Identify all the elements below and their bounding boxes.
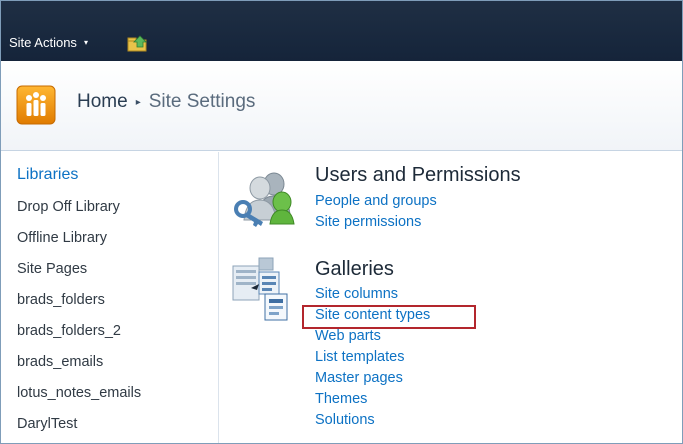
left-navigation: Libraries Drop Off Library Offline Libra… [1,152,219,443]
page-title: Site Settings [148,91,256,112]
window-frame: Site Actions ▾ Home ▸ Site Settings Libr… [0,0,683,444]
sidebar-item-site-pages[interactable]: Site Pages [17,260,141,291]
navigate-up-icon[interactable] [126,33,150,53]
title-band: Home ▸ Site Settings [1,61,682,151]
sidebar-item-brads-folders-2[interactable]: brads_folders_2 [17,322,141,353]
sidebar-item-brads-folders[interactable]: brads_folders [17,291,141,322]
solutions-link[interactable]: Solutions [315,410,430,431]
users-permissions-icon [234,172,295,227]
site-content-types-highlight [302,305,476,329]
breadcrumb: Home ▸ Site Settings [77,91,255,113]
libraries-header-link[interactable]: Libraries [17,166,78,184]
list-templates-link[interactable]: List templates [315,347,430,368]
chevron-down-icon: ▾ [83,38,88,47]
site-actions-menu[interactable]: Site Actions ▾ [9,35,88,50]
sidebar-item-offline-library[interactable]: Offline Library [17,229,141,260]
users-permissions-heading: Users and Permissions [315,164,521,186]
libraries-list: Drop Off Library Offline Library Site Pa… [17,198,141,443]
top-ribbon: Site Actions ▾ [1,1,682,61]
site-logo-icon[interactable] [16,85,56,125]
web-parts-link[interactable]: Web parts [315,326,430,347]
users-permissions-links: People and groups Site permissions [315,191,437,233]
galleries-icon [232,257,288,321]
sidebar-item-lotus-notes-emails[interactable]: lotus_notes_emails [17,384,141,415]
people-and-groups-link[interactable]: People and groups [315,191,437,212]
sidebar-item-brads-emails[interactable]: brads_emails [17,353,141,384]
themes-link[interactable]: Themes [315,389,430,410]
site-actions-label: Site Actions [9,35,77,50]
site-permissions-link[interactable]: Site permissions [315,212,437,233]
site-columns-link[interactable]: Site columns [315,284,430,305]
master-pages-link[interactable]: Master pages [315,368,430,389]
breadcrumb-arrow-icon: ▸ [135,96,141,108]
sidebar-item-drop-off-library[interactable]: Drop Off Library [17,198,141,229]
main-content: Users and Permissions People and groups … [220,152,682,443]
galleries-heading: Galleries [315,258,394,280]
sidebar-item-daryltest[interactable]: DarylTest [17,415,141,443]
breadcrumb-home-link[interactable]: Home [77,91,128,113]
